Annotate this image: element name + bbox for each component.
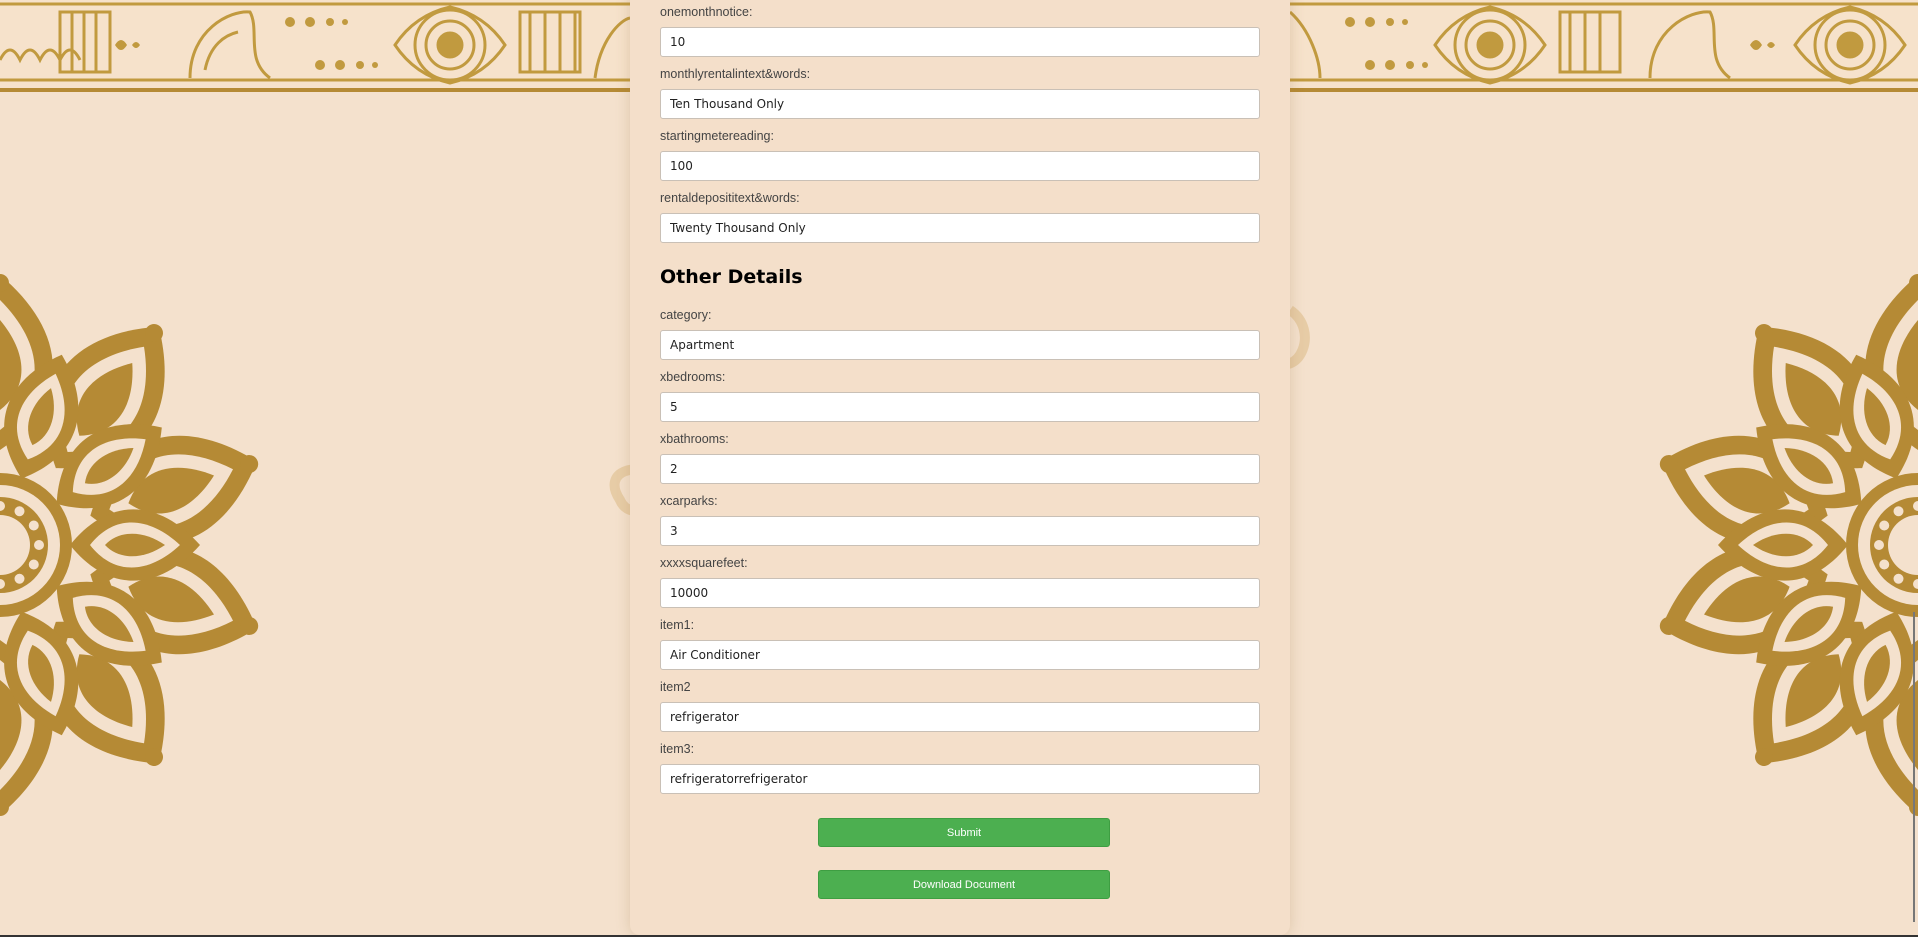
bathrooms-label: xbathrooms: (660, 432, 729, 446)
item2-label: item2 (660, 680, 691, 694)
square-feet-input[interactable] (660, 578, 1260, 608)
page: onemonthnotice: monthlyrentalintext&word… (0, 0, 1918, 937)
paisley-border-icon (1290, 2, 1918, 85)
mandala-icon (1659, 274, 1918, 816)
mandala-icon (0, 274, 259, 816)
bathrooms-input[interactable] (660, 454, 1260, 484)
starting-meter-reading-label: startingmetereading: (660, 129, 774, 143)
bedrooms-input[interactable] (660, 392, 1260, 422)
category-label: category: (660, 308, 712, 322)
carparks-input[interactable] (660, 516, 1260, 546)
onemonthnotice-label: onemonthnotice: (660, 5, 753, 19)
item2-input[interactable] (660, 702, 1260, 732)
decorative-border-right (1290, 0, 1918, 92)
form-card: onemonthnotice: monthlyrentalintext&word… (630, 0, 1290, 935)
square-feet-label: xxxxsquarefeet: (660, 556, 748, 570)
item3-input[interactable] (660, 764, 1260, 794)
scrollbar-thumb[interactable] (1913, 612, 1915, 922)
bedrooms-label: xbedrooms: (660, 370, 726, 384)
category-input[interactable] (660, 330, 1260, 360)
rental-deposit-label: rentaldeposititext&words: (660, 191, 800, 205)
submit-button[interactable]: Submit (818, 818, 1110, 847)
scrollbar[interactable] (1910, 0, 1918, 937)
item1-input[interactable] (660, 640, 1260, 670)
monthly-rental-label: monthlyrentalintext&words: (660, 67, 811, 81)
paisley-border-icon (0, 2, 630, 85)
download-document-button[interactable]: Download Document (818, 870, 1110, 899)
onemonthnotice-input[interactable] (660, 27, 1260, 57)
carparks-label: xcarparks: (660, 494, 718, 508)
decorative-border-left (0, 0, 630, 92)
item3-label: item3: (660, 742, 695, 756)
section-title-other-details: Other Details (660, 266, 803, 288)
item1-label: item1: (660, 618, 695, 632)
monthly-rental-input[interactable] (660, 89, 1260, 119)
rental-deposit-input[interactable] (660, 213, 1260, 243)
starting-meter-reading-input[interactable] (660, 151, 1260, 181)
